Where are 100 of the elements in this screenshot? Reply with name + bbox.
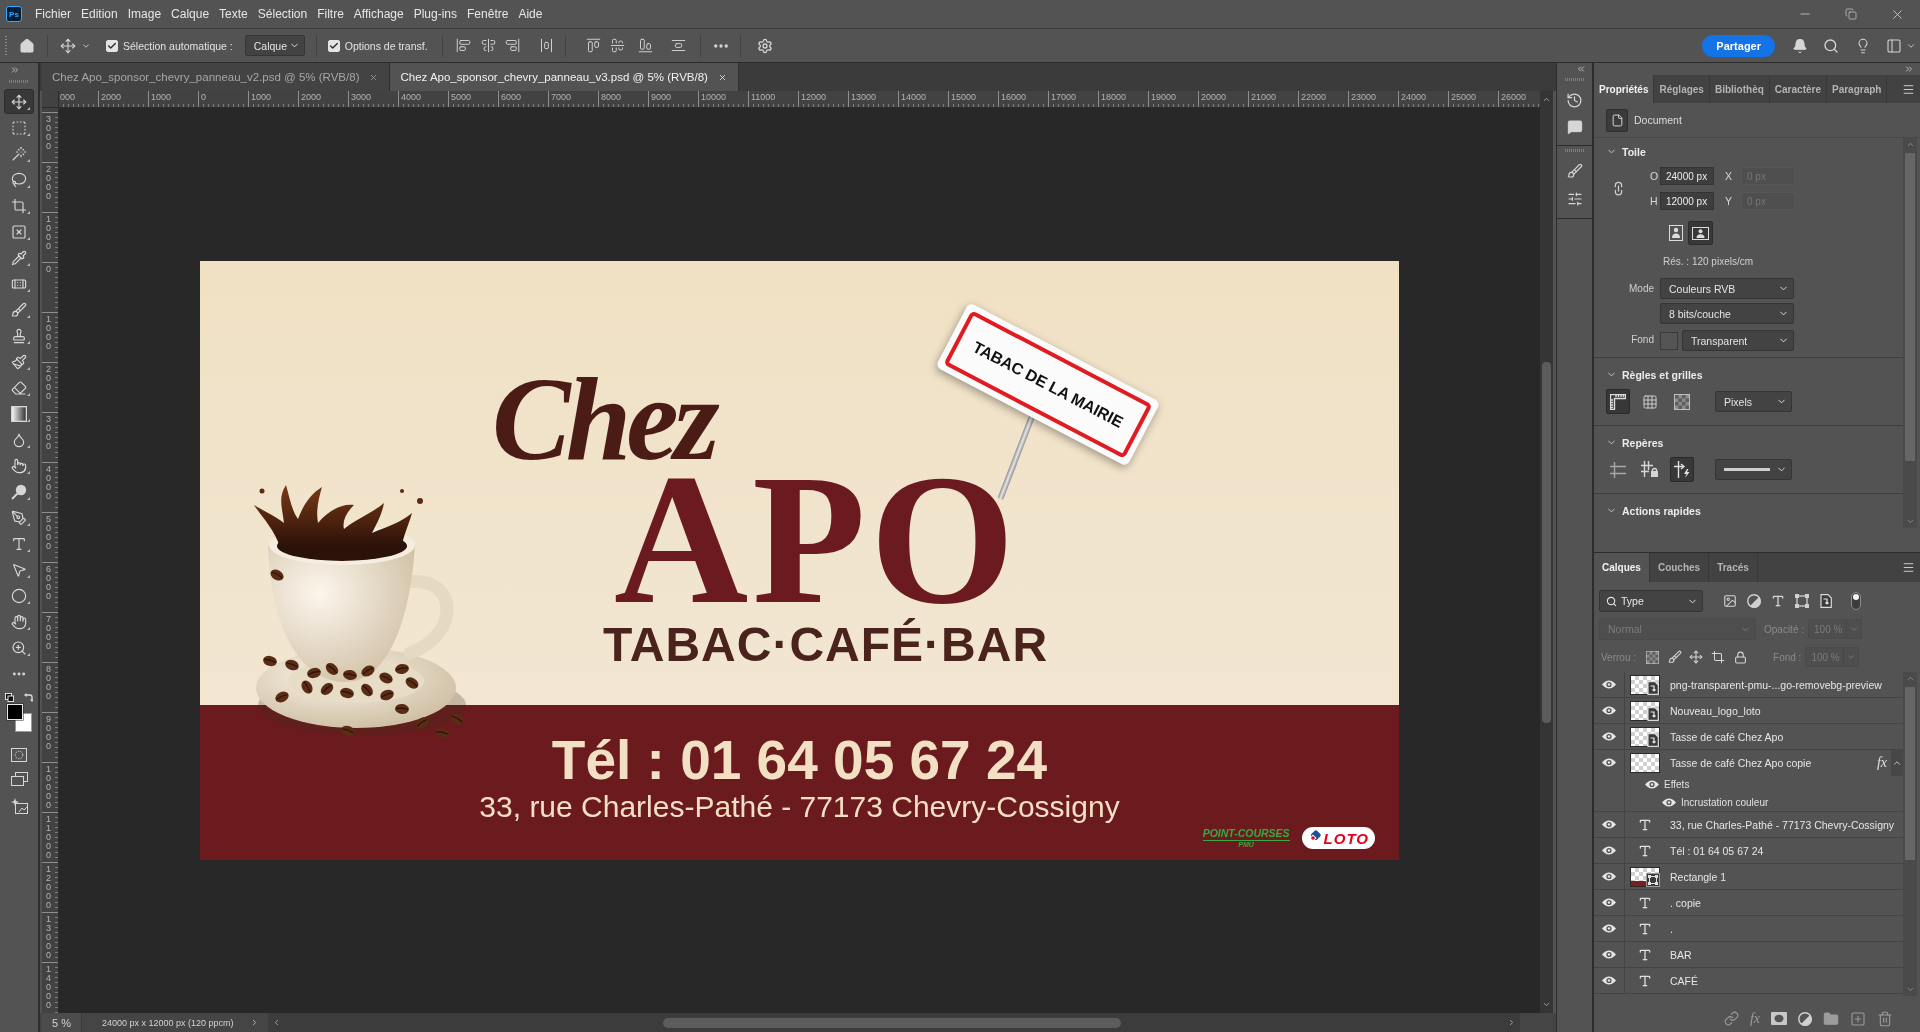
eye-icon[interactable] bbox=[1662, 797, 1676, 807]
scrollbar[interactable] bbox=[1903, 138, 1917, 528]
crop-icon[interactable] bbox=[1711, 650, 1726, 664]
layer-row[interactable]: png-transparent-pmu-...go-removebg-preview bbox=[1594, 672, 1903, 698]
history-icon[interactable] bbox=[1566, 91, 1583, 109]
workspace-icon[interactable] bbox=[1886, 37, 1902, 54]
eye-icon[interactable] bbox=[1602, 976, 1616, 985]
menu-item[interactable]: Affichage bbox=[348, 2, 409, 26]
move-icon[interactable] bbox=[60, 37, 76, 54]
lightbulb-icon[interactable] bbox=[1855, 37, 1871, 54]
eye-icon[interactable] bbox=[1602, 898, 1616, 907]
layer-row[interactable]: Nouveau_logo_loto bbox=[1594, 698, 1903, 724]
scrollbar[interactable] bbox=[267, 1013, 1520, 1032]
scrollbar-thumb[interactable] bbox=[662, 1017, 1121, 1028]
checkbox[interactable] bbox=[106, 39, 118, 52]
document-tab[interactable]: Chez Apo_sponsor_chevry_panneau_v3.psd @ 5% (RVB/8) bbox=[390, 63, 739, 91]
screen-mode-icon[interactable] bbox=[10, 772, 28, 786]
checkbox[interactable] bbox=[327, 39, 340, 52]
half-circle-icon[interactable] bbox=[1747, 594, 1761, 608]
share-button[interactable]: Partager bbox=[1702, 34, 1775, 57]
smart-object-icon[interactable] bbox=[1819, 594, 1833, 608]
link-icon[interactable] bbox=[1723, 1011, 1739, 1026]
layer-row[interactable]: CAFÉ bbox=[1594, 968, 1903, 994]
lock-icon[interactable] bbox=[1733, 650, 1747, 664]
restore-icon[interactable] bbox=[1845, 8, 1857, 20]
eye-icon[interactable] bbox=[1602, 846, 1616, 855]
swatch-icon[interactable] bbox=[1660, 331, 1678, 350]
dropdown[interactable]: Pixels bbox=[1715, 391, 1792, 412]
align-top-icon[interactable] bbox=[586, 38, 602, 53]
eye-icon[interactable] bbox=[1645, 779, 1659, 789]
bell-icon[interactable] bbox=[1792, 37, 1808, 54]
folder-icon[interactable] bbox=[1823, 1010, 1839, 1027]
eye-icon[interactable] bbox=[1602, 924, 1616, 933]
dropdown[interactable]: Couleurs RVB bbox=[1660, 278, 1794, 299]
drag-handle[interactable] bbox=[1564, 149, 1585, 152]
panel-tab[interactable]: Propriétés bbox=[1594, 75, 1655, 103]
comment-icon[interactable] bbox=[1566, 119, 1583, 135]
close-icon[interactable] bbox=[717, 72, 727, 82]
layer-row[interactable]: 33, rue Charles-Pathé - 77173 Chevry-Cossigny bbox=[1594, 812, 1903, 838]
eye-icon[interactable] bbox=[1602, 732, 1616, 741]
align-bottom-icon[interactable] bbox=[638, 38, 654, 53]
mask-icon[interactable] bbox=[1771, 1012, 1787, 1025]
color-pair-icon[interactable] bbox=[6, 703, 32, 732]
drag-handle[interactable] bbox=[5, 35, 7, 56]
layer-row[interactable]: BAR bbox=[1594, 942, 1903, 968]
settings-icon[interactable] bbox=[756, 37, 773, 54]
zoom-level[interactable]: 5 % bbox=[42, 1013, 82, 1032]
trash-icon[interactable] bbox=[1877, 1010, 1893, 1027]
shape-frame-icon[interactable] bbox=[1795, 594, 1809, 608]
input-field[interactable]: 24000 px bbox=[1660, 167, 1714, 185]
layer-row[interactable]: Tél : 01 64 05 67 24 bbox=[1594, 838, 1903, 864]
eye-icon[interactable] bbox=[1602, 706, 1616, 715]
drag-handle[interactable] bbox=[1564, 78, 1585, 81]
sliders-icon[interactable] bbox=[1566, 191, 1583, 207]
menu-icon[interactable] bbox=[1902, 82, 1915, 96]
drag-handle[interactable] bbox=[9, 80, 29, 83]
tool-button[interactable] bbox=[4, 89, 34, 114]
menu-item[interactable]: Image bbox=[122, 2, 167, 26]
menu-item[interactable]: Edition bbox=[76, 2, 123, 26]
home-icon[interactable] bbox=[19, 37, 35, 54]
menu-item[interactable]: Plug-ins bbox=[408, 2, 463, 26]
eye-icon[interactable] bbox=[1602, 820, 1616, 829]
eye-icon[interactable] bbox=[1602, 680, 1616, 689]
menu-item[interactable]: Aide bbox=[513, 2, 548, 26]
chevron-up-icon[interactable] bbox=[1542, 95, 1551, 104]
layer-row[interactable]: . copie bbox=[1594, 890, 1903, 916]
brush-icon[interactable] bbox=[1668, 650, 1683, 664]
scrollbar-thumb[interactable] bbox=[1542, 362, 1551, 723]
orientation-button[interactable] bbox=[1688, 221, 1713, 245]
eye-icon[interactable] bbox=[1602, 758, 1616, 767]
toggle-button[interactable] bbox=[1606, 389, 1630, 414]
swap-arrow-icon[interactable] bbox=[24, 693, 33, 702]
app-logo[interactable]: Ps bbox=[6, 6, 22, 22]
align-center-icon[interactable] bbox=[481, 38, 497, 53]
layer-row[interactable]: Rectangle 1 bbox=[1594, 864, 1903, 890]
align-right-icon[interactable] bbox=[505, 38, 521, 53]
toggle-button[interactable] bbox=[1670, 457, 1694, 482]
search-icon[interactable] bbox=[1823, 37, 1839, 54]
menu-item[interactable]: Calque bbox=[166, 2, 215, 26]
input-field[interactable]: 12000 px bbox=[1660, 192, 1714, 210]
menu-item[interactable]: Sélection bbox=[252, 2, 313, 26]
chevron-down-icon[interactable] bbox=[1542, 1000, 1551, 1009]
scrollbar[interactable] bbox=[1540, 91, 1553, 1013]
dropdown[interactable]: 8 bits/couche bbox=[1660, 303, 1794, 324]
checkerboard-icon[interactable] bbox=[1645, 650, 1659, 664]
toggle-switch[interactable] bbox=[1851, 592, 1861, 610]
layer-row[interactable]: . bbox=[1594, 916, 1903, 942]
menu-item[interactable]: Texte bbox=[214, 2, 253, 26]
document-tab[interactable]: Chez Apo_sponsor_chevry_panneau_v2.psd @ 5% (RVB/8) bbox=[42, 63, 391, 91]
distribute-icon[interactable] bbox=[671, 38, 687, 53]
menu-item[interactable]: Filtre bbox=[312, 2, 349, 26]
default-colors-icon[interactable] bbox=[5, 693, 14, 702]
scrollbar-thumb[interactable] bbox=[1905, 687, 1915, 860]
panel-tab[interactable]: Calques bbox=[1594, 553, 1650, 582]
menu-item[interactable]: Fichier bbox=[30, 2, 76, 26]
half-circle-icon[interactable] bbox=[1798, 1011, 1812, 1026]
brush-icon[interactable] bbox=[1566, 163, 1583, 179]
image-icon[interactable] bbox=[1723, 594, 1737, 608]
sparkle-square-icon[interactable] bbox=[10, 798, 28, 814]
align-middle-icon[interactable] bbox=[610, 38, 626, 53]
